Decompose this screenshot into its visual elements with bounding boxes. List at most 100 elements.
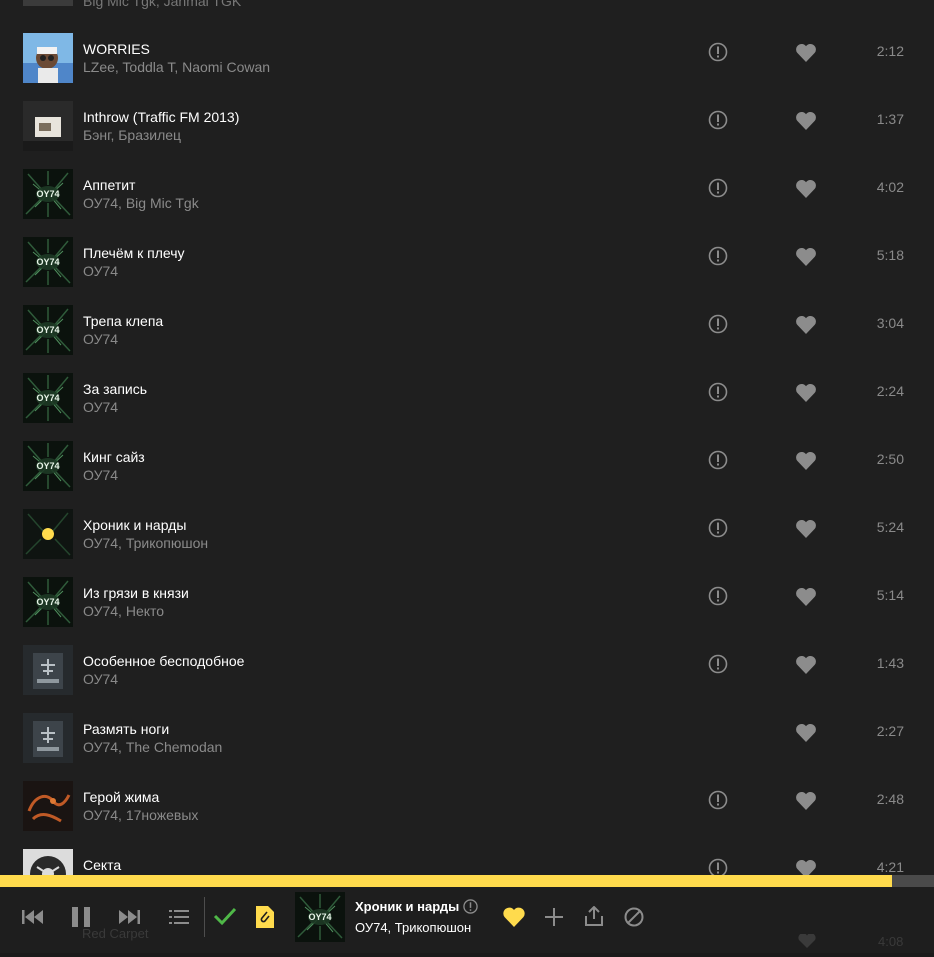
track-cover[interactable] bbox=[23, 713, 73, 763]
track-heart-icon[interactable] bbox=[795, 43, 817, 63]
track-artists[interactable]: ОУ74 bbox=[83, 399, 118, 415]
now-playing-cover[interactable]: OY74 bbox=[295, 892, 345, 942]
now-playing-title[interactable]: Хроник и нарды bbox=[355, 899, 459, 914]
track-title[interactable]: Из грязи в князи bbox=[83, 585, 189, 601]
track-row[interactable]: WORRIES LZee, Toddla T, Naomi Cowan 2:12 bbox=[0, 27, 934, 95]
track-info-icon[interactable] bbox=[708, 42, 728, 62]
track-row[interactable]: OY74 Кинг сайз ОУ74 2:50 bbox=[0, 435, 934, 503]
track-title[interactable]: Плечём к плечу bbox=[83, 245, 185, 261]
track-row[interactable]: Особенное бесподобное ОУ74 1:43 bbox=[0, 639, 934, 707]
track-cover[interactable]: OY74 bbox=[23, 305, 73, 355]
track-title[interactable]: Размять ноги bbox=[83, 721, 169, 737]
track-artists[interactable]: ОУ74, Трикопюшон bbox=[83, 535, 208, 551]
track-row[interactable]: OY74 Из грязи в князи ОУ74, Некто 5:14 bbox=[0, 571, 934, 639]
check-button[interactable] bbox=[213, 906, 237, 926]
track-heart-icon[interactable] bbox=[795, 655, 817, 675]
track-cover[interactable] bbox=[23, 781, 73, 831]
track-title[interactable]: Трепа клепа bbox=[83, 313, 163, 329]
track-cover[interactable] bbox=[23, 645, 73, 695]
track-cover[interactable] bbox=[23, 101, 73, 151]
track-heart-icon[interactable] bbox=[795, 383, 817, 403]
track-artists[interactable]: ОУ74 bbox=[83, 467, 118, 483]
track-info-icon[interactable] bbox=[708, 178, 728, 198]
track-heart-icon[interactable] bbox=[795, 587, 817, 607]
track-duration: 2:12 bbox=[876, 43, 904, 59]
track-heart-icon[interactable] bbox=[795, 315, 817, 335]
track-heart-icon[interactable] bbox=[795, 451, 817, 471]
track-artists[interactable]: ОУ74 bbox=[83, 331, 118, 347]
track-heart-icon[interactable] bbox=[795, 179, 817, 199]
track-title[interactable]: WORRIES bbox=[83, 41, 150, 57]
track-row[interactable]: OY74 Аппетит ОУ74, Big Mic Tgk 4:02 bbox=[0, 163, 934, 231]
track-duration: 1:37 bbox=[876, 111, 904, 127]
track-row[interactable]: Размять ноги ОУ74, The Chemodan 2:27 bbox=[0, 707, 934, 775]
share-button[interactable] bbox=[585, 906, 603, 926]
track-cover[interactable] bbox=[23, 33, 73, 83]
now-playing-artist-rest[interactable]: , Трикопюшон bbox=[388, 920, 472, 935]
prev-button[interactable] bbox=[22, 909, 44, 925]
track-cover[interactable]: OY74 bbox=[23, 373, 73, 423]
add-button[interactable] bbox=[545, 908, 563, 926]
track-info-icon[interactable] bbox=[708, 314, 728, 334]
track-artists[interactable]: ОУ74, Big Mic Tgk bbox=[83, 195, 199, 211]
track-title[interactable]: Секта bbox=[83, 857, 121, 873]
now-playing-artist-link[interactable]: ОУ74 bbox=[355, 920, 388, 935]
track-cover[interactable]: OY74 bbox=[23, 441, 73, 491]
track-title[interactable]: Особенное бесподобное bbox=[83, 653, 244, 669]
track-heart-icon[interactable] bbox=[795, 111, 817, 131]
track-row[interactable]: Герой жима ОУ74, 17ножевых 2:48 bbox=[0, 775, 934, 843]
track-artists[interactable]: ОУ74 bbox=[83, 263, 118, 279]
track-cover-partial bbox=[23, 0, 73, 6]
progress-bar[interactable] bbox=[0, 875, 934, 887]
queue-button[interactable] bbox=[169, 909, 189, 925]
check-icon bbox=[213, 906, 237, 926]
track-heart-icon[interactable] bbox=[795, 247, 817, 267]
track-heart-icon[interactable] bbox=[795, 791, 817, 811]
track-duration: 2:24 bbox=[876, 383, 904, 399]
next-button[interactable] bbox=[118, 909, 140, 925]
track-title[interactable]: За запись bbox=[83, 381, 147, 397]
track-row-partial[interactable]: Big Mic Tgk, Jahmal TGK bbox=[0, 0, 934, 20]
track-row[interactable]: Inthrow (Traffic FM 2013) Бэнг, Бразилец 1… bbox=[0, 95, 934, 163]
track-artists[interactable]: ОУ74 bbox=[83, 671, 118, 687]
track-title[interactable]: Inthrow (Traffic FM 2013) bbox=[83, 109, 239, 125]
track-info-icon[interactable] bbox=[708, 450, 728, 470]
track-info-icon[interactable] bbox=[708, 586, 728, 606]
track-row[interactable]: OY74 За запись ОУ74 2:24 bbox=[0, 367, 934, 435]
track-cover[interactable]: OY74 bbox=[23, 169, 73, 219]
track-heart-icon[interactable] bbox=[795, 519, 817, 539]
track-artists[interactable]: ОУ74, The Chemodan bbox=[83, 739, 222, 755]
track-artists[interactable]: Big Mic Tgk, Jahmal TGK bbox=[83, 0, 241, 9]
track-artists[interactable]: ОУ74, Некто bbox=[83, 603, 164, 619]
track-row[interactable]: Хроник и нарды ОУ74, Трикопюшон 5:24 bbox=[0, 503, 934, 571]
track-info-icon[interactable] bbox=[708, 110, 728, 130]
share-icon bbox=[585, 906, 603, 926]
track-title[interactable]: Герой жима bbox=[83, 789, 159, 805]
track-info-icon[interactable] bbox=[708, 790, 728, 810]
track-title[interactable]: Кинг сайз bbox=[83, 449, 145, 465]
block-button[interactable] bbox=[624, 907, 644, 927]
track-artists[interactable]: ОУ74, 17ножевых bbox=[83, 807, 198, 823]
heart-icon bbox=[502, 907, 526, 927]
track-title[interactable]: Аппетит bbox=[83, 177, 135, 193]
track-info-icon[interactable] bbox=[708, 246, 728, 266]
like-button[interactable] bbox=[502, 907, 526, 927]
track-row[interactable]: OY74 Трепа клепа ОУ74 3:04 bbox=[0, 299, 934, 367]
pause-button[interactable] bbox=[72, 907, 90, 927]
track-cover[interactable]: OY74 bbox=[23, 577, 73, 627]
track-heart-icon[interactable] bbox=[795, 723, 817, 743]
pause-icon bbox=[72, 907, 90, 927]
ghost-next-title: Red Carpet bbox=[82, 926, 149, 941]
track-artists[interactable]: Бэнг, Бразилец bbox=[83, 127, 181, 143]
next-icon bbox=[118, 909, 140, 925]
track-cover[interactable] bbox=[23, 509, 73, 559]
track-artists[interactable]: LZee, Toddla T, Naomi Cowan bbox=[83, 59, 270, 75]
track-title[interactable]: Хроник и нарды bbox=[83, 517, 186, 533]
now-playing-info-icon[interactable] bbox=[463, 899, 478, 919]
track-info-icon[interactable] bbox=[708, 654, 728, 674]
clip-button[interactable] bbox=[256, 906, 274, 928]
track-cover[interactable]: OY74 bbox=[23, 237, 73, 287]
track-info-icon[interactable] bbox=[708, 382, 728, 402]
track-info-icon[interactable] bbox=[708, 518, 728, 538]
track-row[interactable]: OY74 Плечём к плечу ОУ74 5:18 bbox=[0, 231, 934, 299]
